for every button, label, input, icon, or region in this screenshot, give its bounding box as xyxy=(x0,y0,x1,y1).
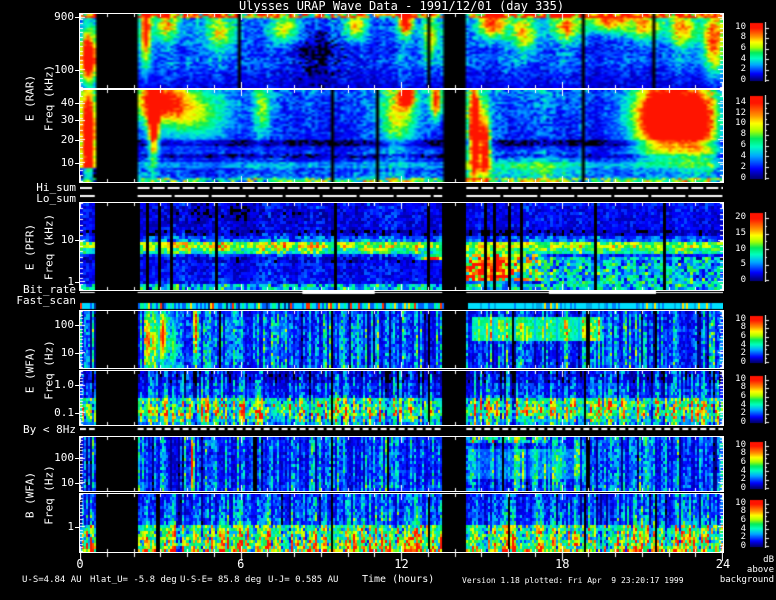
colorbar-rar_high xyxy=(750,22,771,82)
cbar-tick-bwfa_low-0: 0 xyxy=(740,541,746,551)
label-by-8hz: By < 8Hz xyxy=(23,423,76,436)
colorbar-caption-line1: dB xyxy=(763,555,774,565)
ytickmark-bwfa_high xyxy=(75,458,80,460)
cbar-tick-rar_low-8: 8 xyxy=(740,129,746,140)
axis-label-e-pfr: E (PFR) xyxy=(23,223,37,271)
ytickmark-pfr xyxy=(75,239,80,241)
label-lo-sum: Lo_sum xyxy=(36,192,76,205)
strip-bit_rate xyxy=(80,291,723,295)
colorbar-ewfa_high xyxy=(750,315,771,364)
cbar-tick-rar_low-2: 2 xyxy=(740,162,746,173)
ytickmark-rar_low xyxy=(75,162,80,164)
colorbar-caption-line3: background xyxy=(719,575,774,585)
ytick-bwfa_low-1: 1 xyxy=(67,520,74,534)
ytick-ewfa_high-100: 100 xyxy=(54,317,74,331)
cbar-tick-pfr-10: 10 xyxy=(735,243,746,254)
cbar-tick-ewfa_high-0: 0 xyxy=(740,357,746,367)
ytick-rar_low-40: 40 xyxy=(60,95,74,109)
ytickmark-ewfa_low xyxy=(75,413,80,415)
ytickmark-bwfa_high xyxy=(75,482,80,484)
xtick-18: 18 xyxy=(555,557,570,571)
ytickmark-rar_high xyxy=(75,70,80,72)
version-stamp: Version 1.18 plotted: Fri Apr 9 23:20:17… xyxy=(462,576,684,585)
spectrogram-rar_low xyxy=(79,89,724,183)
colorbar-bwfa_high xyxy=(750,441,771,490)
ytick-bwfa_high-10: 10 xyxy=(60,475,74,489)
cbar-tick-pfr-20: 20 xyxy=(735,212,746,223)
ytickmark-rar_low xyxy=(75,139,80,141)
ytickmark-ewfa_high xyxy=(75,353,80,354)
colorbar-caption-line2: above xyxy=(746,565,774,575)
cbar-tick-ewfa_low-0: 0 xyxy=(740,417,746,427)
spectrogram-rar_high xyxy=(79,13,724,89)
spectrogram-ewfa_low xyxy=(79,370,724,426)
xtick-0: 0 xyxy=(76,557,84,571)
ytick-ewfa_low-0.1: 0.1 xyxy=(54,406,74,420)
cbar-tick-rar_low-4: 4 xyxy=(740,151,746,162)
colorbar-caption: dB above background xyxy=(720,555,774,585)
cbar-tick-pfr-0: 0 xyxy=(740,275,746,285)
label-fast-scan: Fast_scan xyxy=(16,294,76,307)
ytick-rar_low-10: 10 xyxy=(60,155,74,169)
time-axis-label: Time (hours) xyxy=(362,574,435,585)
footer-use-angle: U-S-E= 85.8 deg xyxy=(180,575,262,585)
xtick-12: 12 xyxy=(394,557,409,571)
ytickmark-pfr xyxy=(75,281,80,283)
spectrogram-ewfa_high xyxy=(79,310,724,369)
footer-us-distance: U-S=4.84 AU xyxy=(22,575,82,585)
spectrogram-pfr xyxy=(79,202,724,291)
colorbar-pfr xyxy=(750,212,771,282)
ytickmark-ewfa_high xyxy=(75,324,80,326)
cbar-tick-rar_low-14: 14 xyxy=(735,96,746,107)
strip-fast_scan xyxy=(80,302,723,310)
colorbar-ewfa_low xyxy=(750,375,771,424)
cbar-tick-rar_high-6: 6 xyxy=(740,42,746,53)
axis-label-freq-khz-pfr: Freq (kHz) xyxy=(42,213,56,281)
ytick-ewfa_low-1.0: 1.0 xyxy=(54,378,74,392)
ytick-rar_high-900: 900 xyxy=(54,9,74,23)
ytick-rar_high-100: 100 xyxy=(54,63,74,77)
cbar-tick-rar_low-10: 10 xyxy=(735,118,746,129)
page-title: Ulysses URAP Wave Data - 1991/12/01 (day… xyxy=(238,0,565,13)
cbar-tick-rar_high-2: 2 xyxy=(740,64,746,75)
strip-hi_sum xyxy=(80,186,723,190)
ytick-ewfa_high-10: 10 xyxy=(60,346,74,359)
spectrogram-bwfa_high xyxy=(79,436,724,492)
ytickmark-rar_low xyxy=(75,102,80,104)
xtick-6: 6 xyxy=(237,557,245,571)
cbar-tick-rar_low-12: 12 xyxy=(735,107,746,118)
cbar-tick-rar_low-0: 0 xyxy=(740,173,746,183)
cbar-tick-rar_high-0: 0 xyxy=(740,75,746,85)
strip-by8 xyxy=(80,427,723,431)
cbar-tick-rar_high-10: 10 xyxy=(735,21,746,32)
colorbar-bwfa_low xyxy=(750,499,771,548)
cbar-tick-rar_high-8: 8 xyxy=(740,32,746,43)
footer-uj-distance: U-J= 0.585 AU xyxy=(268,575,339,585)
cbar-tick-rar_low-6: 6 xyxy=(740,140,746,151)
ytick-rar_low-30: 30 xyxy=(60,112,74,126)
ytickmark-ewfa_low xyxy=(75,385,80,387)
ytick-bwfa_high-100: 100 xyxy=(54,451,74,465)
axis-label-freq-hz-bwfa: Freq (Hz) xyxy=(42,465,56,525)
cbar-tick-bwfa_high-0: 0 xyxy=(740,483,746,493)
spectrogram-bwfa_low xyxy=(79,493,724,553)
cbar-tick-rar_high-4: 4 xyxy=(740,53,746,64)
ytickmark-rar_low xyxy=(75,119,80,121)
cbar-tick-pfr-15: 15 xyxy=(735,228,746,239)
ytickmark-bwfa_low xyxy=(75,527,80,529)
urap-plot-page: Ulysses URAP Wave Data - 1991/12/01 (day… xyxy=(0,0,776,600)
footer-hlat: Hlat_U= -5.8 deg xyxy=(90,575,177,585)
ytickmark-rar_high xyxy=(75,16,80,18)
strip-lo_sum xyxy=(80,194,723,198)
colorbar-rar_low xyxy=(750,95,771,180)
cbar-tick-pfr-5: 5 xyxy=(740,259,746,270)
ytick-rar_low-20: 20 xyxy=(60,132,74,146)
ytick-pfr-10: 10 xyxy=(60,232,74,246)
ytick-pfr-1: 1 xyxy=(67,274,74,288)
